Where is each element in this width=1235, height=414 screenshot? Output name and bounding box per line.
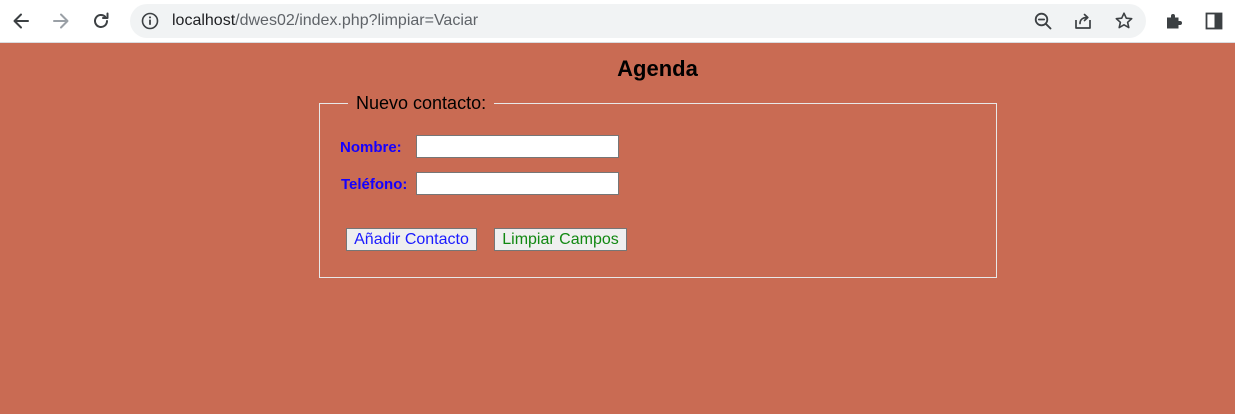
name-input[interactable]: [416, 135, 619, 158]
back-button[interactable]: [6, 6, 36, 36]
fieldset-legend: Nuevo contacto:: [348, 92, 495, 114]
extensions-icon[interactable]: [1162, 9, 1186, 33]
name-label: Nombre:: [340, 139, 402, 156]
phone-label: Teléfono:: [341, 176, 408, 193]
reload-button[interactable]: [86, 6, 116, 36]
add-contact-button[interactable]: Añadir Contacto: [346, 228, 477, 251]
share-icon[interactable]: [1072, 10, 1094, 32]
phone-input[interactable]: [416, 172, 619, 195]
side-panel-icon[interactable]: [1202, 9, 1226, 33]
browser-toolbar: localhost/dwes02/index.php?limpiar=Vacia…: [0, 0, 1235, 43]
url-text[interactable]: localhost/dwes02/index.php?limpiar=Vacia…: [172, 11, 478, 31]
page-title: Agenda: [617, 56, 698, 81]
bookmark-star-icon[interactable]: [1113, 10, 1135, 32]
url-path: /dwes02/index.php?limpiar=Vaciar: [235, 12, 479, 29]
new-contact-fieldset: Nuevo contacto: Nombre: Teléfono: Añadir…: [319, 92, 997, 278]
address-bar[interactable]: localhost/dwes02/index.php?limpiar=Vacia…: [130, 4, 1146, 38]
url-host: localhost: [172, 12, 236, 29]
forward-button[interactable]: [46, 6, 76, 36]
arrow-right-icon: [53, 13, 69, 29]
clear-fields-button[interactable]: Limpiar Campos: [494, 228, 627, 251]
arrow-left-icon: [13, 13, 29, 29]
reload-icon: [94, 12, 109, 28]
zoom-icon[interactable]: [1032, 10, 1054, 32]
page-content: Agenda Nuevo contacto: Nombre: Teléfono:…: [0, 43, 1235, 414]
site-info-icon[interactable]: [140, 11, 160, 31]
